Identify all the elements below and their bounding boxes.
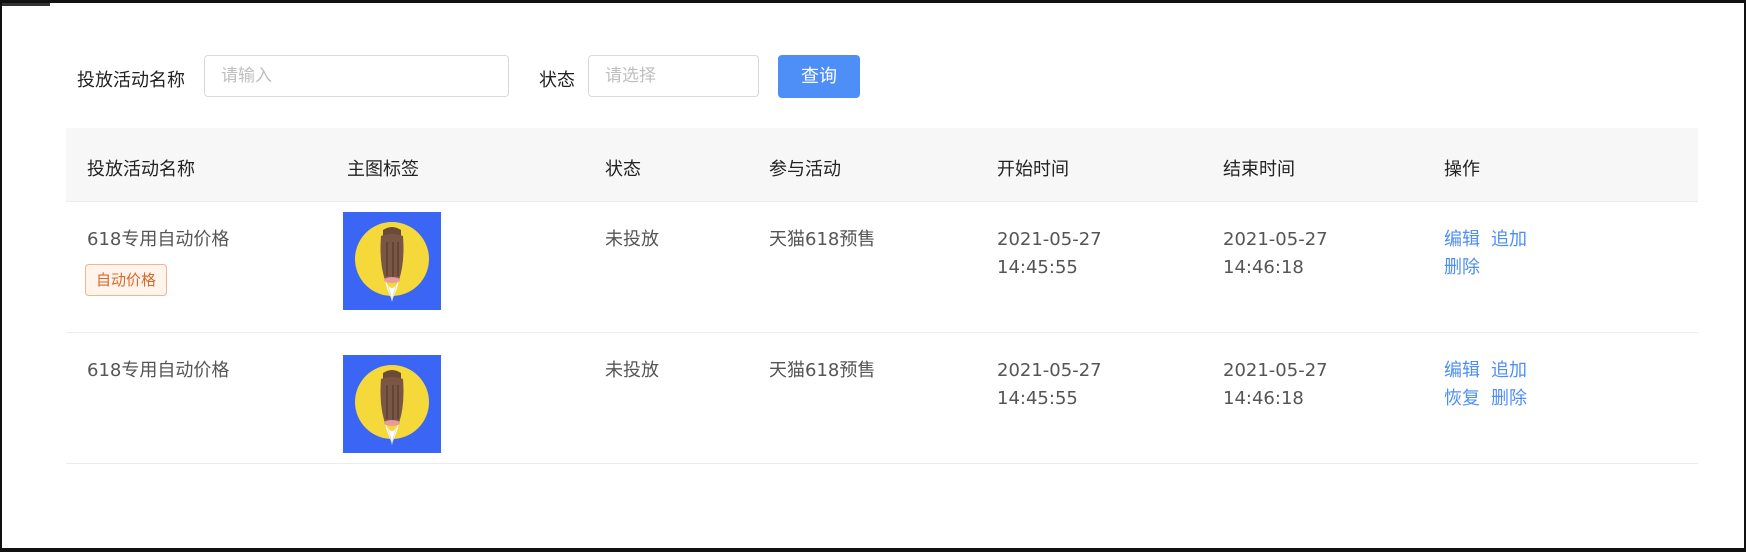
status-filter-label: 状态 (539, 70, 575, 91)
row-actions: 编辑 追加 恢复 删除 (1444, 357, 1564, 413)
name-filter-placeholder: 请输入 (221, 66, 272, 86)
fox-tail-moon-image (343, 355, 441, 453)
row-activity: 天猫618预售 (769, 360, 876, 381)
end-date: 2021-05-27 (1223, 360, 1328, 381)
delete-link[interactable]: 删除 (1491, 385, 1527, 413)
edit-link[interactable]: 编辑 (1444, 357, 1480, 385)
delete-link[interactable]: 删除 (1444, 254, 1480, 282)
status-filter-select[interactable]: 请选择 (588, 55, 759, 97)
row-name: 618专用自动价格 (87, 229, 230, 250)
end-clock: 14:46:18 (1223, 388, 1304, 409)
filter-bar: 投放活动名称 请输入 状态 请选择 查询 (2, 55, 1744, 101)
col-header-name: 投放活动名称 (87, 159, 195, 180)
fox-tail-moon-image (343, 212, 441, 310)
table-header: 投放活动名称 主图标签 状态 参与活动 开始时间 结束时间 操作 (66, 128, 1698, 202)
main-image-thumbnail (343, 212, 441, 310)
start-date: 2021-05-27 (997, 360, 1102, 381)
row-actions: 编辑 追加删除 (1444, 226, 1564, 282)
col-header-start-time: 开始时间 (997, 159, 1069, 180)
table-row: 618专用自动价格 未投放 天猫618预售 2021-05-27 14:45:5… (66, 333, 1698, 464)
query-button[interactable]: 查询 (778, 55, 860, 98)
col-header-actions: 操作 (1444, 159, 1480, 180)
status-filter-placeholder: 请选择 (605, 66, 656, 86)
name-filter-input[interactable]: 请输入 (204, 55, 509, 97)
row-status: 未投放 (605, 229, 659, 250)
page: 投放活动名称 请输入 状态 请选择 查询 投放活动名称 主图标签 状态 参与活动… (2, 3, 1744, 548)
col-header-activity: 参与活动 (769, 159, 841, 180)
edit-link[interactable]: 编辑 (1444, 226, 1480, 254)
row-start-time: 2021-05-27 14:45:55 (997, 226, 1102, 282)
end-clock: 14:46:18 (1223, 257, 1304, 278)
row-start-time: 2021-05-27 14:45:55 (997, 357, 1102, 413)
end-date: 2021-05-27 (1223, 229, 1328, 250)
append-link[interactable]: 追加 (1491, 226, 1527, 254)
append-link[interactable]: 追加 (1491, 357, 1527, 385)
start-clock: 14:45:55 (997, 388, 1078, 409)
row-end-time: 2021-05-27 14:46:18 (1223, 226, 1328, 282)
table-row: 618专用自动价格 自动价格 未投放 天猫618预售 2021-05-27 14… (66, 202, 1698, 333)
start-clock: 14:45:55 (997, 257, 1078, 278)
name-filter-label: 投放活动名称 (77, 70, 185, 91)
row-status: 未投放 (605, 360, 659, 381)
col-header-image-tag: 主图标签 (347, 159, 419, 180)
start-date: 2021-05-27 (997, 229, 1102, 250)
row-end-time: 2021-05-27 14:46:18 (1223, 357, 1328, 413)
restore-link[interactable]: 恢复 (1444, 385, 1480, 413)
campaign-table: 投放活动名称 主图标签 状态 参与活动 开始时间 结束时间 操作 618专用自动… (66, 128, 1698, 464)
window-edge (2, 3, 50, 6)
col-header-end-time: 结束时间 (1223, 159, 1295, 180)
main-image-thumbnail (343, 355, 441, 453)
auto-price-tag: 自动价格 (85, 264, 168, 296)
col-header-status: 状态 (605, 159, 641, 180)
row-name: 618专用自动价格 (87, 360, 230, 381)
row-activity: 天猫618预售 (769, 229, 876, 250)
